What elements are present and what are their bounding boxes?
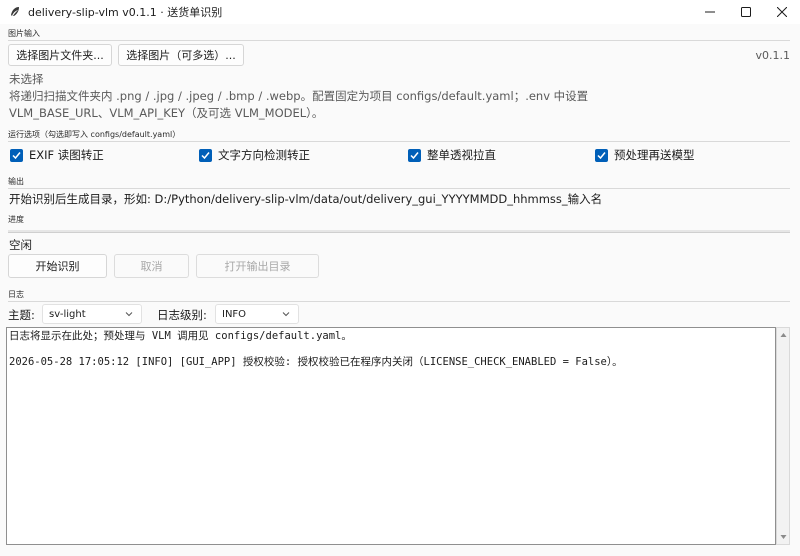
- selection-status: 未选择: [9, 72, 44, 86]
- theme-select-value: sv-light: [49, 308, 86, 320]
- scan-hint-line2: VLM_BASE_URL、VLM_API_KEY（及可选 VLM_MODEL）。: [9, 106, 324, 120]
- log-level-select[interactable]: INFO: [215, 304, 299, 324]
- checkbox-checked-icon[interactable]: [595, 148, 608, 162]
- title-bar[interactable]: delivery-slip-vlm v0.1.1 · 送货单识别: [0, 0, 800, 24]
- option-preprocess-send[interactable]: 预处理再送模型: [595, 147, 695, 163]
- checkbox-checked-icon[interactable]: [199, 148, 212, 162]
- theme-label: 主题:: [8, 308, 35, 322]
- option-label: 文字方向检测转正: [218, 148, 310, 162]
- maximize-icon: [741, 7, 751, 17]
- maximize-button[interactable]: [728, 0, 764, 24]
- chevron-down-icon: [125, 312, 133, 317]
- window-title: delivery-slip-vlm v0.1.1 · 送货单识别: [28, 6, 223, 19]
- progress-status: 空闲: [9, 238, 32, 252]
- chevron-down-icon: [780, 535, 787, 539]
- progress-bar: [8, 230, 790, 233]
- checkbox-checked-icon[interactable]: [408, 148, 421, 162]
- option-exif-rotate[interactable]: EXIF 读图转正: [10, 147, 104, 163]
- output-description: 开始识别后生成目录，形如: D:/Python/delivery-slip-vl…: [9, 192, 603, 206]
- checkbox-checked-icon[interactable]: [10, 148, 23, 162]
- main-content: 图片输入 选择图片文件夹... 选择图片（可多选）... v0.1.1 未选择 …: [0, 24, 800, 556]
- option-perspective-straighten[interactable]: 整单透视拉直: [408, 147, 496, 163]
- log-level-select-value: INFO: [222, 308, 247, 320]
- feather-icon: [8, 5, 22, 19]
- version-label: v0.1.1: [755, 49, 791, 62]
- scan-hint-line1: 将递归扫描文件夹内 .png / .jpg / .jpeg / .bmp / .…: [9, 89, 589, 103]
- minimize-button[interactable]: [692, 0, 728, 24]
- cancel-button[interactable]: 取消: [114, 254, 189, 278]
- chevron-down-icon: [282, 312, 290, 317]
- output-group-label: 输出: [8, 177, 24, 186]
- log-line: 2026-05-28 17:05:12 [INFO] [GUI_APP] 授权校…: [9, 356, 623, 368]
- options-separator: [8, 141, 790, 142]
- minimize-icon: [705, 11, 715, 13]
- select-folder-button[interactable]: 选择图片文件夹...: [8, 44, 112, 66]
- progress-group-label: 进度: [8, 215, 24, 224]
- option-label: 预处理再送模型: [614, 148, 695, 162]
- options-group-label: 运行选项（勾选即写入 configs/default.yaml）: [8, 130, 181, 139]
- option-text-orientation[interactable]: 文字方向检测转正: [199, 147, 310, 163]
- option-label: EXIF 读图转正: [29, 148, 104, 162]
- image-input-separator: [8, 40, 790, 41]
- log-separator: [8, 301, 790, 302]
- log-output[interactable]: 日志将显示在此处；预处理与 VLM 调用见 configs/default.ya…: [6, 327, 776, 545]
- select-images-button[interactable]: 选择图片（可多选）...: [118, 44, 244, 66]
- open-output-dir-button[interactable]: 打开输出目录: [196, 254, 319, 278]
- log-scrollbar[interactable]: [776, 327, 790, 545]
- close-icon: [777, 7, 787, 17]
- log-level-label: 日志级别:: [157, 308, 207, 322]
- close-button[interactable]: [764, 0, 800, 24]
- log-line: 日志将显示在此处；预处理与 VLM 调用见 configs/default.ya…: [9, 330, 352, 342]
- option-label: 整单透视拉直: [427, 148, 496, 162]
- theme-select[interactable]: sv-light: [42, 304, 142, 324]
- start-recognition-button[interactable]: 开始识别: [8, 254, 107, 278]
- image-input-group-label: 图片输入: [8, 29, 40, 38]
- output-separator: [8, 188, 790, 189]
- chevron-up-icon: [780, 333, 787, 337]
- log-group-label: 日志: [8, 290, 24, 299]
